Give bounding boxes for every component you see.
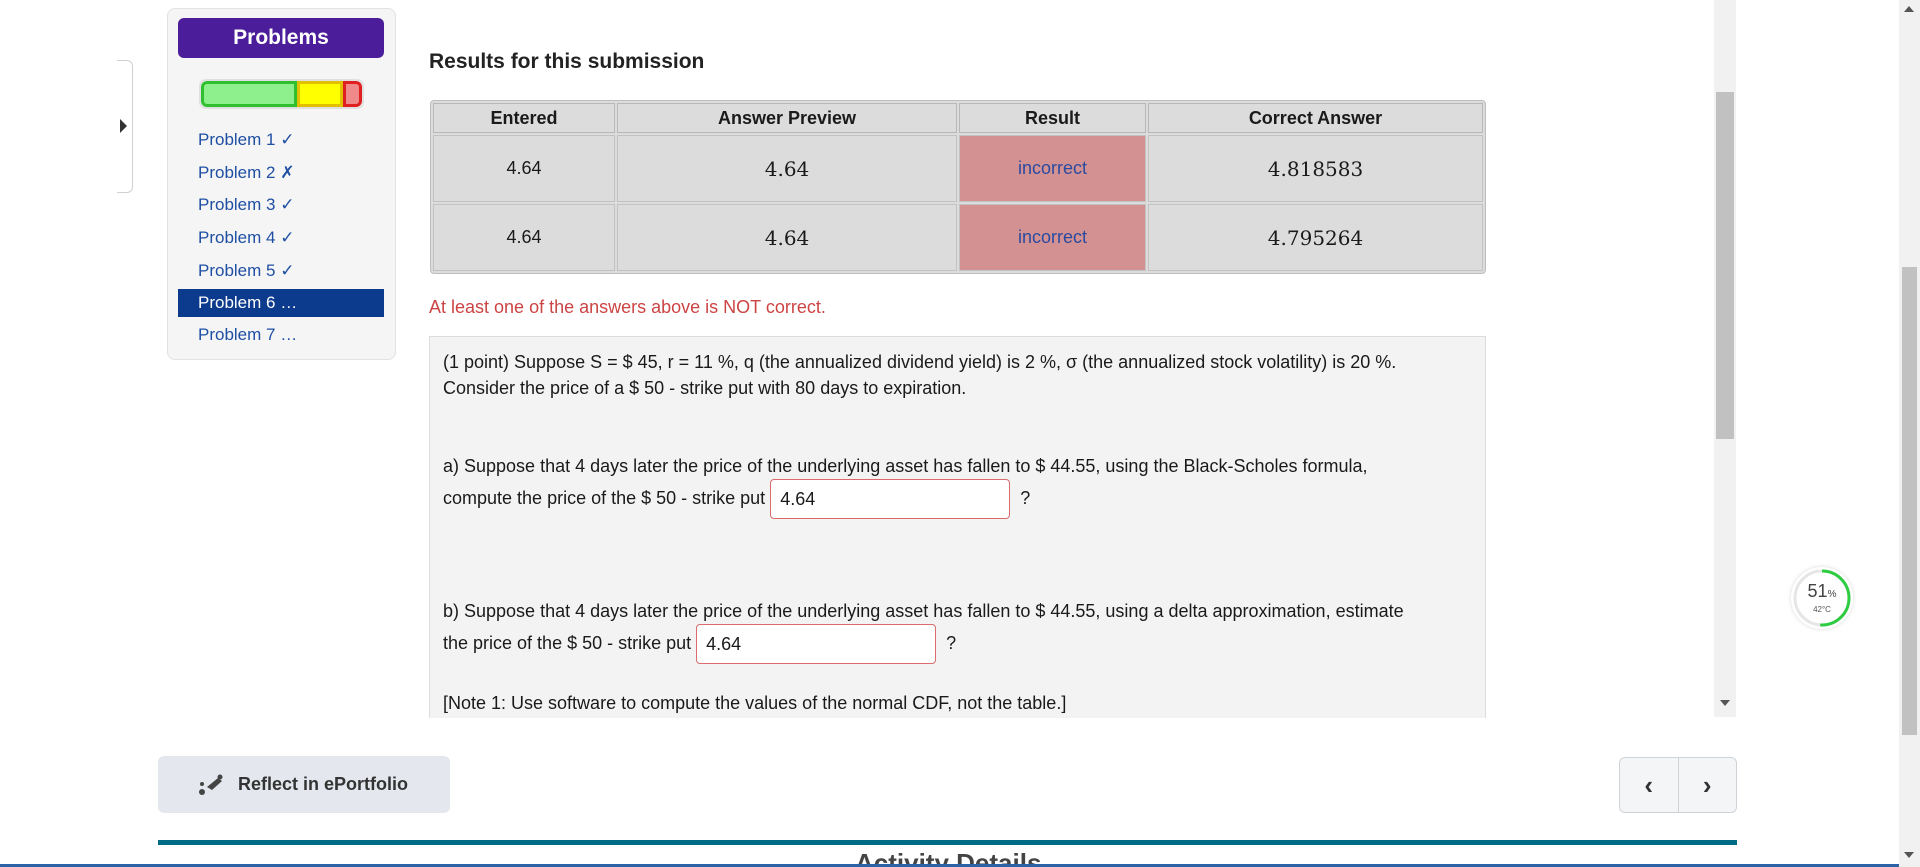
part-a-prompt: compute the price of the $ 50 - strike p… [443, 487, 766, 508]
note-text: [Note 1: Use software to compute the val… [443, 693, 1067, 713]
progress-partial-segment [297, 81, 343, 107]
temperature-readout: 42°C [1813, 605, 1831, 614]
part-a-line-2: compute the price of the $ 50 - strike p… [443, 479, 1030, 519]
header-correct-answer: Correct Answer [1148, 103, 1483, 133]
problem-link-2[interactable]: Problem 2 ✗ [178, 157, 384, 190]
reflect-eportfolio-button[interactable]: Reflect in ePortfolio [158, 756, 450, 813]
cpu-percent: 51% [1807, 581, 1837, 601]
header-entered: Entered [433, 103, 615, 133]
problem-link-6[interactable]: Problem 6 … [178, 289, 384, 318]
next-button[interactable]: › [1677, 758, 1737, 812]
question-mark: ? [946, 632, 957, 653]
part-b-answer-input[interactable]: 4.64 [696, 624, 937, 664]
previous-button[interactable]: ‹ [1620, 758, 1678, 812]
question-mark: ? [1020, 487, 1031, 508]
reflect-label: Reflect in ePortfolio [238, 774, 409, 794]
reflect-icon [196, 770, 226, 800]
problem-link-3[interactable]: Problem 3 ✓ [178, 189, 384, 222]
page-scrollbar[interactable] [1899, 0, 1920, 867]
scroll-down-arrow-icon[interactable] [1720, 700, 1730, 706]
header-result: Result [959, 103, 1146, 133]
section-divider [158, 840, 1737, 845]
problem-link-4[interactable]: Problem 4 ✓ [178, 222, 384, 255]
results-title: Results for this submission [429, 50, 705, 73]
problems-panel: Problems Problem 1 ✓ Problem 2 ✗ Problem… [167, 8, 396, 360]
preview-cell: 4.64 [617, 204, 957, 271]
correct-answer-cell: 4.795264 [1148, 204, 1483, 271]
part-b-prompt: the price of the $ 50 - strike put [443, 632, 692, 653]
problem-list: Problem 1 ✓ Problem 2 ✗ Problem 3 ✓ Prob… [178, 124, 384, 352]
entered-cell: 4.64 [433, 135, 615, 202]
problems-button[interactable]: Problems [178, 18, 384, 58]
header-answer-preview: Answer Preview [617, 103, 957, 133]
problem-navigation: ‹ › [1619, 757, 1737, 813]
page-root: Problems Problem 1 ✓ Problem 2 ✗ Problem… [0, 0, 1920, 867]
progress-correct-segment [201, 81, 297, 107]
part-b-line-1: b) Suppose that 4 days later the price o… [443, 601, 1404, 621]
preview-cell: 4.64 [617, 135, 957, 202]
part-b-line-2: the price of the $ 50 - strike put 4.64? [443, 624, 956, 664]
problem-link-1[interactable]: Problem 1 ✓ [178, 124, 384, 157]
scroll-down-arrow-icon[interactable] [1904, 852, 1914, 858]
entered-cell: 4.64 [433, 204, 615, 271]
part-a-line-1: a) Suppose that 4 days later the price o… [443, 456, 1368, 476]
caret-right-icon [120, 119, 127, 133]
correct-answer-cell: 4.818583 [1148, 135, 1483, 202]
scroll-up-arrow-icon[interactable] [1904, 6, 1914, 12]
table-row: 4.64 4.64 incorrect 4.818583 [433, 135, 1483, 202]
part-a-answer-input[interactable]: 4.64 [770, 479, 1011, 519]
content-scrollbar[interactable] [1714, 0, 1736, 717]
sidebar-collapse-toggle[interactable] [117, 60, 133, 193]
progress-bar [199, 79, 364, 109]
warning-message: At least one of the answers above is NOT… [429, 297, 826, 317]
result-cell: incorrect [959, 204, 1146, 271]
results-table: Entered Answer Preview Result Correct An… [430, 100, 1486, 274]
problem-link-7[interactable]: Problem 7 … [178, 319, 384, 352]
system-monitor-widget[interactable]: 51% 42°C [1791, 567, 1853, 629]
progress-incorrect-segment [343, 81, 362, 107]
table-row: 4.64 4.64 incorrect 4.795264 [433, 204, 1483, 271]
page-scrollbar-thumb[interactable] [1902, 267, 1917, 735]
chevron-right-icon: › [1702, 769, 1712, 800]
results-header-row: Entered Answer Preview Result Correct An… [433, 103, 1483, 133]
chevron-left-icon: ‹ [1644, 769, 1654, 800]
content-scrollbar-thumb[interactable] [1716, 92, 1734, 439]
intro-line-2: Consider the price of a $ 50 - strike pu… [443, 378, 967, 398]
intro-line-1: (1 point) Suppose S = $ 45, r = 11 %, q … [443, 352, 1397, 372]
problem-statement: (1 point) Suppose S = $ 45, r = 11 %, q … [429, 336, 1486, 718]
problem-link-5[interactable]: Problem 5 ✓ [178, 255, 384, 288]
result-cell: incorrect [959, 135, 1146, 202]
